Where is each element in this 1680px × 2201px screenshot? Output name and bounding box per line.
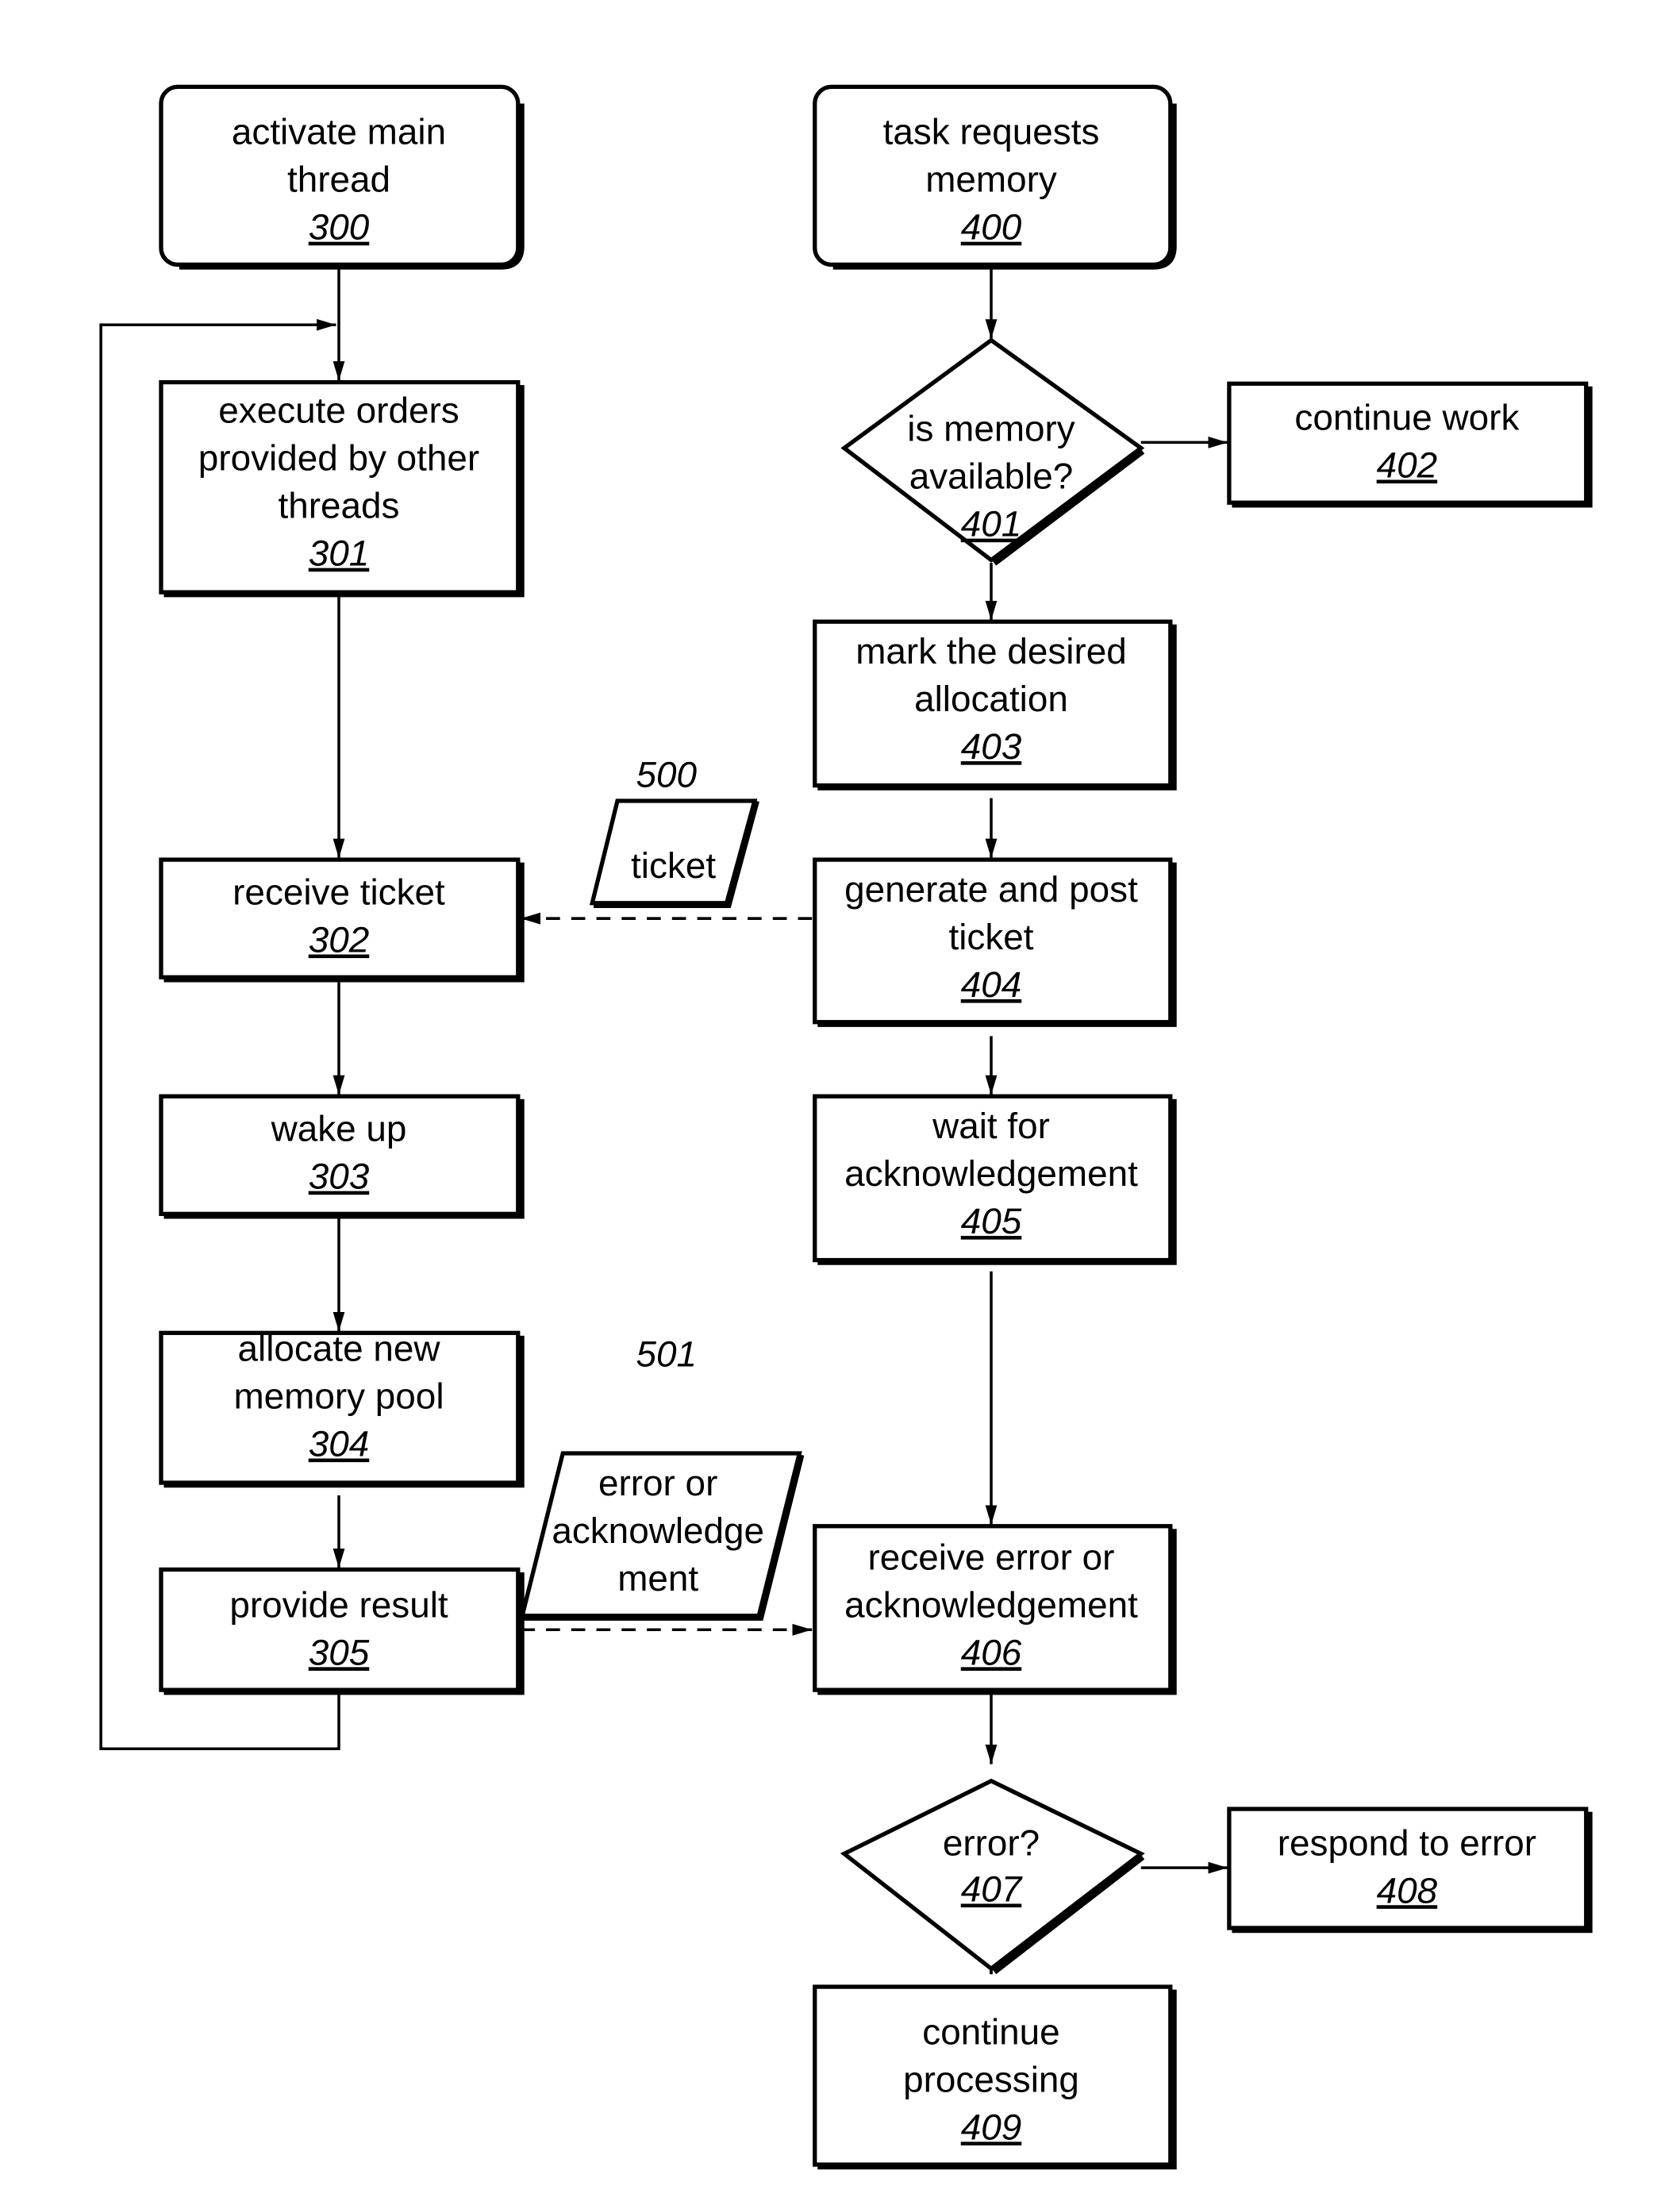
node-305-ref: 305 [309, 1631, 370, 1672]
node-405-line-1: wait for [932, 1105, 1050, 1146]
node-409-line-1: continue [922, 2011, 1059, 2052]
decision-401: is memory available? 401 [840, 337, 1145, 566]
node-302-line-1: receive ticket [233, 872, 445, 913]
message-500-ref: 500 [636, 753, 698, 795]
decision-407-ref: 407 [961, 1868, 1023, 1910]
message-501-ref: 501 [636, 1333, 698, 1375]
node-300: activate main thread 300 [159, 84, 525, 270]
node-406-ref: 406 [961, 1631, 1022, 1672]
node-301: execute orders provided by other threads… [159, 379, 525, 598]
decision-407-line-1: error? [943, 1822, 1040, 1863]
message-501: 501 error or acknowledge ment [519, 1333, 805, 1621]
node-404-ref: 404 [961, 964, 1022, 1005]
message-501-line-3: ment [617, 1557, 698, 1599]
node-304-line-1: allocate new [238, 1328, 441, 1369]
node-304-line-2: memory pool [233, 1376, 444, 1417]
node-405-ref: 405 [961, 1200, 1022, 1241]
node-409-line-2: processing [903, 2058, 1079, 2099]
node-403-line-1: mark the desired [855, 630, 1127, 671]
node-302-ref: 302 [309, 919, 370, 960]
node-402: continue work 402 [1227, 381, 1593, 508]
decision-401-line-2: available? [909, 456, 1074, 497]
node-301-line-2: provided by other [198, 437, 479, 479]
decision-401-line-1: is memory [907, 408, 1075, 449]
node-305: provide result 305 [159, 1567, 525, 1695]
node-403: mark the desired allocation 403 [813, 619, 1177, 791]
node-403-line-2: allocation [914, 678, 1068, 719]
node-409-ref: 409 [961, 2106, 1022, 2147]
node-303-ref: 303 [309, 1156, 370, 1197]
node-400-ref: 400 [961, 206, 1022, 248]
node-406-line-2: acknowledgement [844, 1583, 1138, 1625]
node-405-line-2: acknowledgement [844, 1152, 1138, 1194]
decision-401-ref: 401 [961, 503, 1022, 544]
node-304: allocate new memory pool 304 [159, 1328, 525, 1488]
message-501-line-2: acknowledge [552, 1510, 764, 1551]
node-402-line-1: continue work [1294, 397, 1519, 438]
flowchart: activate main thread 300 execute orders … [99, 84, 1593, 2170]
node-300-line-2: thread [287, 159, 390, 200]
node-303-line-1: wake up [271, 1108, 407, 1149]
node-400: task requests memory 400 [813, 84, 1177, 270]
node-301-ref: 301 [309, 533, 370, 574]
node-404: generate and post ticket 404 [813, 857, 1177, 1027]
node-408-line-1: respond to error [1278, 1822, 1536, 1863]
node-305-line-1: provide result [229, 1583, 448, 1625]
node-406: receive error or acknowledgement 406 [813, 1524, 1177, 1695]
node-408: respond to error 408 [1227, 1807, 1593, 1934]
node-404-line-2: ticket [948, 916, 1033, 957]
node-408-ref: 408 [1377, 1869, 1438, 1910]
node-409: continue processing 409 [813, 1984, 1177, 2170]
node-400-line-1: task requests [883, 111, 1100, 152]
decision-407: error? 407 [840, 1778, 1145, 1975]
node-300-ref: 300 [309, 206, 370, 248]
node-301-line-1: execute orders [218, 390, 459, 431]
node-402-ref: 402 [1377, 444, 1438, 486]
node-303: wake up 303 [159, 1094, 525, 1219]
node-300-line-1: activate main [232, 111, 446, 152]
message-500-line-1: ticket [631, 845, 716, 886]
node-304-ref: 304 [309, 1423, 370, 1464]
node-404-line-1: generate and post [844, 868, 1138, 910]
node-302: receive ticket 302 [159, 857, 525, 983]
message-500: 500 ticket [589, 753, 759, 908]
message-501-line-1: error or [598, 1462, 717, 1503]
node-406-line-1: receive error or [868, 1536, 1115, 1577]
node-400-line-2: memory [925, 159, 1057, 200]
node-403-ref: 403 [961, 725, 1022, 767]
node-405: wait for acknowledgement 405 [813, 1094, 1177, 1265]
node-301-line-3: threads [279, 485, 400, 526]
